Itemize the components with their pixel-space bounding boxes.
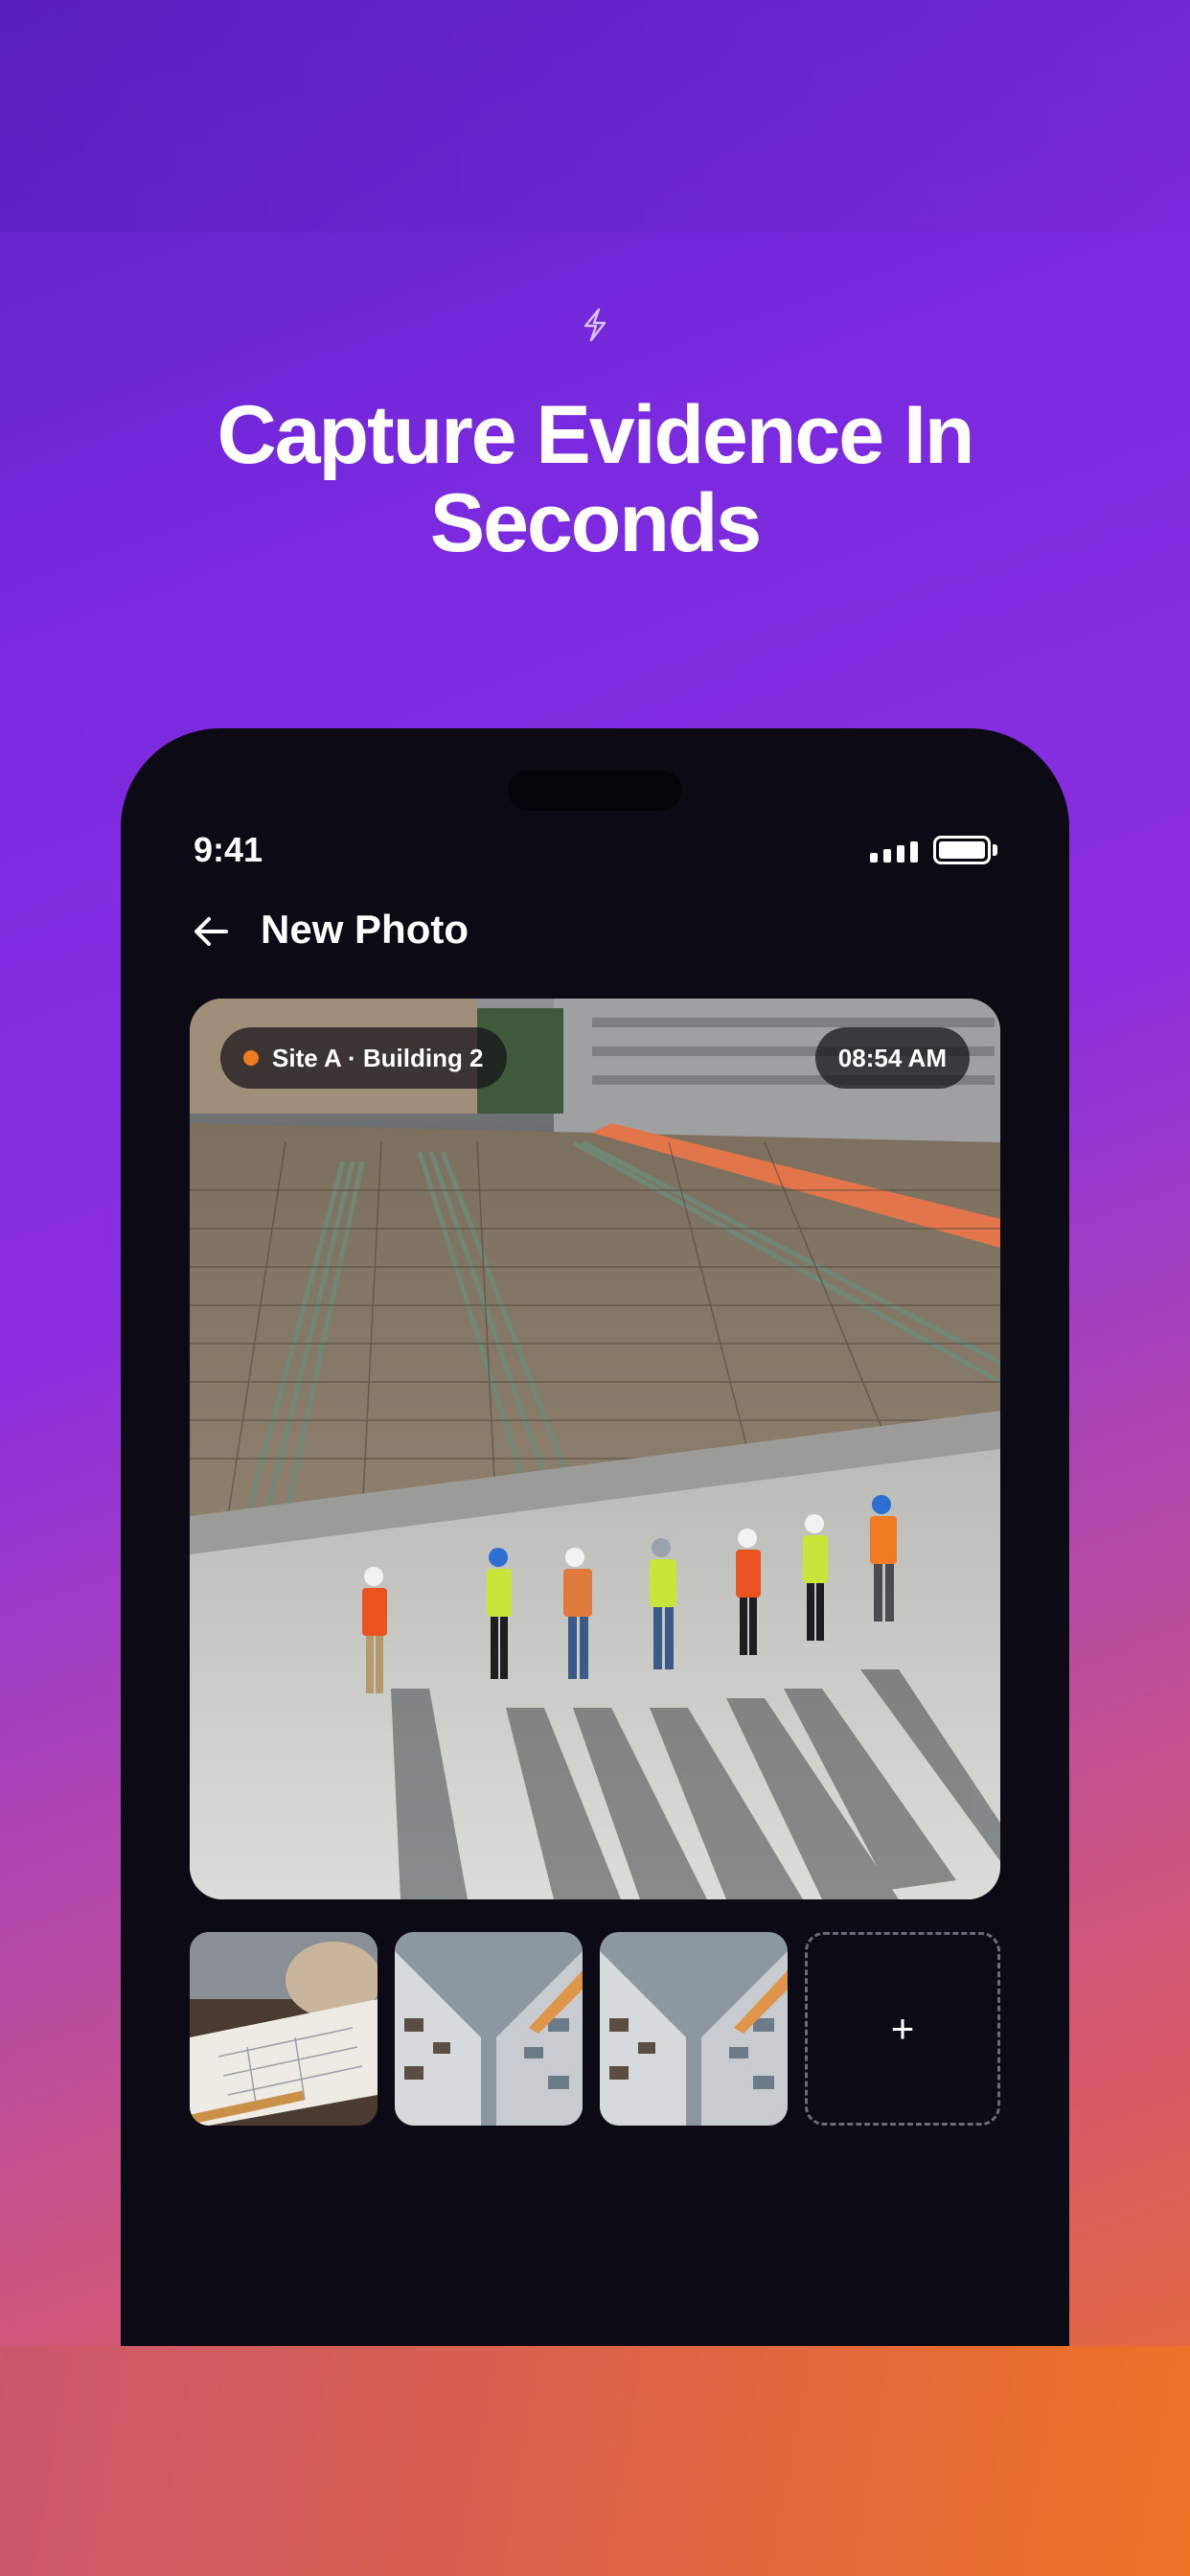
site-label: Site A · Building 2 [272,1043,484,1072]
bottom-band [0,2346,1190,2576]
construction-site-image [190,999,1000,1899]
arrow-left-icon[interactable] [190,912,232,951]
thumbnail-strip: + [190,1932,1000,2126]
status-time: 9:41 [194,830,263,869]
headline-line-1: Capture Evidence In [217,389,975,481]
timestamp-label: 08:54 AM [837,1043,947,1072]
top-band [0,0,1190,232]
battery-tip [993,844,997,856]
building-facade-image [395,1932,583,2126]
thumbnail-blueprint[interactable] [190,1932,378,2126]
dynamic-island [508,770,682,811]
signal-icon [870,841,918,862]
add-photo-button[interactable]: + [805,1932,1000,2126]
status-dot [243,1050,259,1066]
thumbnail-facade-1[interactable] [395,1932,583,2126]
plus-icon: + [890,2006,915,2051]
main-photo[interactable]: Site A · Building 2 08:54 AM [190,999,1000,1899]
battery-icon [933,836,991,864]
blueprint-image [190,1932,378,2126]
building-facade-image [600,1932,788,2126]
page-title: New Photo [261,907,469,952]
lightning-bolt-icon [584,308,606,342]
thumbnail-facade-2[interactable] [600,1932,788,2126]
site-location-chip[interactable]: Site A · Building 2 [220,1027,507,1089]
promo-headline: Capture Evidence In Seconds [96,391,1094,567]
phone-frame: 9:41 New Photo Site A · Building 2 08:54… [121,728,1069,2346]
headline-line-2: Seconds [429,477,762,569]
timestamp-chip: 08:54 AM [814,1027,970,1089]
